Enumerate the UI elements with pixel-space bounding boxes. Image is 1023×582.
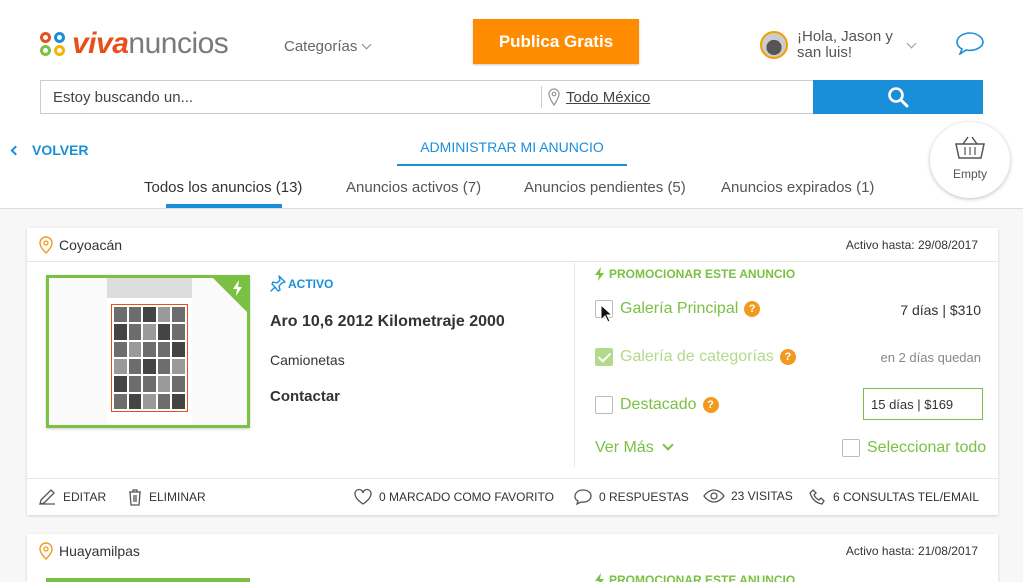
location-pin-icon: [39, 542, 53, 560]
logo[interactable]: vivanuncios: [40, 27, 229, 60]
search-input[interactable]: [41, 81, 541, 113]
active-tab-indicator: [166, 204, 282, 208]
active-until: Activo hasta: 21/08/2017: [845, 544, 978, 558]
location-pin-icon: [39, 235, 53, 254]
location-text: Todo México: [566, 88, 651, 106]
visits-count: 23 VISITAS: [703, 488, 793, 504]
cart-label: Empty: [952, 167, 987, 181]
help-icon[interactable]: ?: [744, 301, 761, 317]
search-icon: [888, 87, 909, 108]
publish-button[interactable]: Publica Gratis: [473, 19, 639, 64]
lightning-icon: [233, 280, 242, 296]
select-all[interactable]: Seleccionar todo: [842, 439, 986, 457]
search-bar: Todo México: [40, 80, 813, 114]
logo-rest: nuncios: [128, 27, 229, 60]
logo-brand: viva: [72, 27, 129, 60]
tab-expired[interactable]: Anuncios expirados (1): [721, 179, 874, 204]
help-icon[interactable]: ?: [779, 349, 796, 365]
listing-card: Huayamilpas Activo hasta: 21/08/2017: [27, 534, 998, 582]
logo-dots-icon: [40, 32, 66, 56]
admin-heading[interactable]: ADMINISTRAR MI ANUNCIO: [397, 139, 627, 166]
location-selector[interactable]: Todo México: [542, 88, 650, 106]
promo-heading: PROMOCIONAR ESTE ANUNCIO: [595, 267, 795, 281]
replies-count: 0 RESPUESTAS: [573, 488, 689, 506]
avatar[interactable]: [760, 31, 788, 59]
active-until: Activo hasta: 29/08/2017: [845, 237, 978, 252]
tab-pending[interactable]: Anuncios pendientes (5): [524, 179, 686, 204]
listing-title[interactable]: Aro 10,6 2012 Kilometraje 2000: [270, 313, 505, 331]
see-more-link[interactable]: Ver Más: [595, 439, 674, 457]
edit-button[interactable]: EDITAR: [37, 488, 106, 506]
promo-heading: PROMOCIONAR ESTE ANUNCIO: [595, 573, 795, 582]
duration-select[interactable]: 15 días | $169: [863, 388, 983, 420]
option-remaining: en 2 días quedan: [880, 350, 981, 365]
comment-icon: [574, 489, 592, 506]
promo-option-featured[interactable]: Destacado ?: [595, 396, 719, 414]
back-link[interactable]: VOLVER: [10, 142, 89, 158]
tab-active[interactable]: Anuncios activos (7): [346, 179, 481, 204]
listing-tabs: Todos los anuncios (13) Anuncios activos…: [0, 179, 1023, 209]
thumbnail-image: [107, 278, 192, 425]
phone-icon: [809, 489, 825, 505]
inquiries-count: 6 CONSULTAS TEL/EMAIL: [809, 488, 979, 506]
user-greeting[interactable]: ¡Hola, Jason y san luis!: [797, 29, 907, 61]
favorites-count: 0 MARCADO COMO FAVORITO: [353, 488, 554, 506]
lightning-icon: [595, 267, 604, 281]
chevron-down-icon[interactable]: [906, 38, 917, 49]
listing-thumbnail[interactable]: [46, 578, 250, 582]
option-label: Destacado: [620, 396, 697, 413]
promo-option-category-gallery: Galería de categorías ?: [595, 348, 796, 366]
checkbox[interactable]: [842, 439, 860, 457]
listing-card-header: Huayamilpas Activo hasta: 21/08/2017: [27, 534, 998, 568]
pin-icon: [270, 275, 286, 292]
listing-location: Huayamilpas: [39, 542, 140, 560]
heart-icon: [354, 488, 372, 505]
status-badge: ACTIVO: [270, 275, 333, 293]
listing-location-text: Huayamilpas: [59, 543, 140, 559]
categories-label: Categorías: [284, 38, 358, 55]
listing-actions: EDITAR ELIMINAR 0 MARCADO COMO FAVORITO …: [27, 478, 998, 515]
back-label: VOLVER: [32, 142, 89, 158]
pencil-icon: [39, 489, 55, 505]
listing-location: Coyoacán: [39, 235, 123, 254]
categories-menu[interactable]: Categorías: [284, 38, 372, 55]
basket-icon: [955, 136, 985, 159]
contact-label[interactable]: Contactar: [270, 388, 340, 405]
chevron-left-icon: [10, 145, 21, 155]
chevron-down-icon: [361, 39, 372, 50]
promo-option-main-gallery[interactable]: Galería Principal ?: [595, 300, 761, 318]
location-pin-icon: [548, 88, 560, 106]
delete-button[interactable]: ELIMINAR: [127, 488, 206, 506]
option-label: Galería Principal: [620, 300, 739, 317]
search-button[interactable]: [813, 80, 983, 114]
listing-location-text: Coyoacán: [59, 236, 123, 253]
listing-category: Camionetas: [270, 352, 345, 368]
cart-button[interactable]: Empty: [930, 122, 1010, 198]
eye-icon: [703, 489, 725, 503]
tab-all[interactable]: Todos los anuncios (13): [144, 179, 302, 204]
chat-icon[interactable]: [955, 31, 985, 60]
mouse-cursor-icon: [600, 304, 614, 323]
checkbox[interactable]: [595, 396, 613, 414]
option-price: 7 días | $310: [900, 302, 981, 318]
option-label: Galería de categorías: [620, 348, 774, 365]
section-divider: [574, 263, 575, 467]
listing-card-header: Coyoacán Activo hasta: 29/08/2017: [27, 228, 998, 262]
listing-thumbnail[interactable]: [46, 275, 250, 428]
status-text: ACTIVO: [288, 277, 334, 291]
help-icon[interactable]: ?: [702, 397, 719, 413]
lightning-icon: [595, 573, 604, 582]
chevron-down-icon: [662, 439, 674, 451]
checkbox: [595, 348, 613, 366]
trash-icon: [129, 489, 141, 506]
